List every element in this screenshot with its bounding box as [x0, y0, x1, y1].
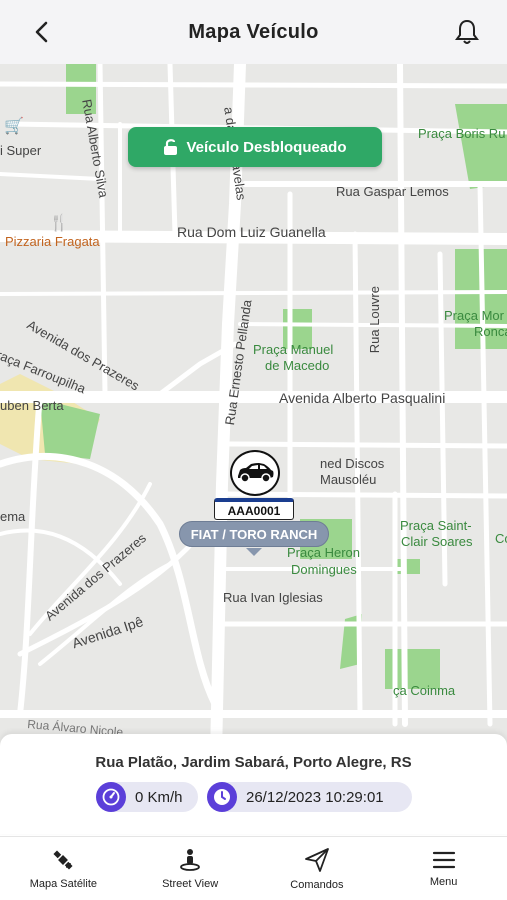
- datetime-value: 26/12/2023 10:29:01: [246, 788, 384, 806]
- map-label-praca-mor: Praça Mor: [444, 308, 504, 323]
- clock-icon: [207, 782, 237, 812]
- unlock-status-label: Veículo Desbloqueado: [186, 138, 347, 156]
- vehicle-marker[interactable]: [230, 450, 280, 496]
- nav-menu-label: Menu: [429, 875, 458, 888]
- map-label-rua-dom-luiz: Rua Dom Luiz Guanella: [177, 224, 326, 240]
- speed-chip: 0 Km/h: [96, 782, 198, 812]
- map-label-mausoleu: Mausoléu: [320, 472, 377, 487]
- speedometer-icon: [96, 782, 126, 812]
- location-info-card: Rua Platão, Jardim Sabará, Porto Alegre,…: [0, 734, 507, 834]
- map-label-rua-gaspar: Rua Gaspar Lemos: [336, 184, 449, 199]
- map-label-praca-saint: Praça Saint-: [400, 518, 472, 533]
- datetime-chip: 26/12/2023 10:29:01: [207, 782, 412, 812]
- map-label-uben-berta: uben Berta: [0, 398, 64, 413]
- nav-commands[interactable]: Comandos: [254, 837, 381, 900]
- vehicle-model-tag[interactable]: FIAT / TORO RANCH: [179, 521, 329, 547]
- nav-street-view[interactable]: Street View: [127, 837, 254, 900]
- map-label-rua-louvre: Rua Louvre: [367, 286, 382, 354]
- tag-pointer: [246, 548, 262, 556]
- bell-icon: [455, 19, 479, 44]
- unlock-status-button[interactable]: Veículo Desbloqueado: [128, 127, 382, 167]
- notifications-button[interactable]: [451, 16, 483, 48]
- map-label-pizzaria: Pizzaria Fragata: [5, 234, 100, 249]
- cart-icon: 🛒: [4, 118, 24, 135]
- back-arrow-icon: [35, 21, 48, 43]
- map-label-praca-manuel: Praça Manuel: [253, 342, 334, 357]
- map-label-de-macedo: de Macedo: [265, 358, 330, 373]
- map-label-ronca: Ronca: [474, 324, 507, 339]
- vehicle-address: Rua Platão, Jardim Sabará, Porto Alegre,…: [95, 754, 412, 771]
- vehicle-map[interactable]: i Super 🛒 Rua Alberto Silva a das Carave…: [0, 64, 507, 800]
- map-label-domingues: Domingues: [291, 562, 357, 577]
- car-icon: [238, 463, 274, 483]
- street-view-icon: [180, 848, 201, 871]
- map-label-clair-soares: Clair Soares: [401, 534, 473, 549]
- map-label-discos: ned Discos: [320, 456, 385, 471]
- license-plate: AAA0001: [214, 498, 294, 520]
- menu-icon: [432, 851, 455, 868]
- map-label-av-alberto: Avenida Alberto Pasqualini: [279, 390, 446, 406]
- map-label-coinma: ça Coinma: [393, 683, 456, 698]
- nav-commands-label: Comandos: [290, 878, 344, 891]
- nav-menu[interactable]: Menu: [380, 837, 507, 900]
- unlock-icon: [163, 138, 179, 156]
- map-label-super: i Super: [0, 143, 42, 158]
- nav-satellite-label: Mapa Satélite: [29, 877, 97, 890]
- page-title: Mapa Veículo: [188, 20, 319, 43]
- speed-value: 0 Km/h: [135, 788, 183, 806]
- send-icon: [304, 847, 329, 872]
- nav-satellite-map[interactable]: Mapa Satélite: [0, 837, 127, 900]
- bottom-navigation: Mapa Satélite Street View Comandos Menu: [0, 836, 507, 900]
- map-label-co: Co: [495, 531, 507, 546]
- back-button[interactable]: [26, 16, 58, 48]
- map-label-praca-heron: Praça Heron: [287, 545, 360, 560]
- map-label-ema: ema: [0, 509, 26, 524]
- map-label-rua-ivan: Rua Ivan Iglesias: [223, 590, 323, 605]
- satellite-icon: [53, 849, 73, 870]
- restaurant-icon: 🍴: [49, 215, 69, 232]
- app-header: Mapa Veículo: [0, 0, 507, 64]
- map-label-praca-boris: Praça Boris Ru: [418, 126, 506, 141]
- nav-street-view-label: Street View: [162, 877, 219, 890]
